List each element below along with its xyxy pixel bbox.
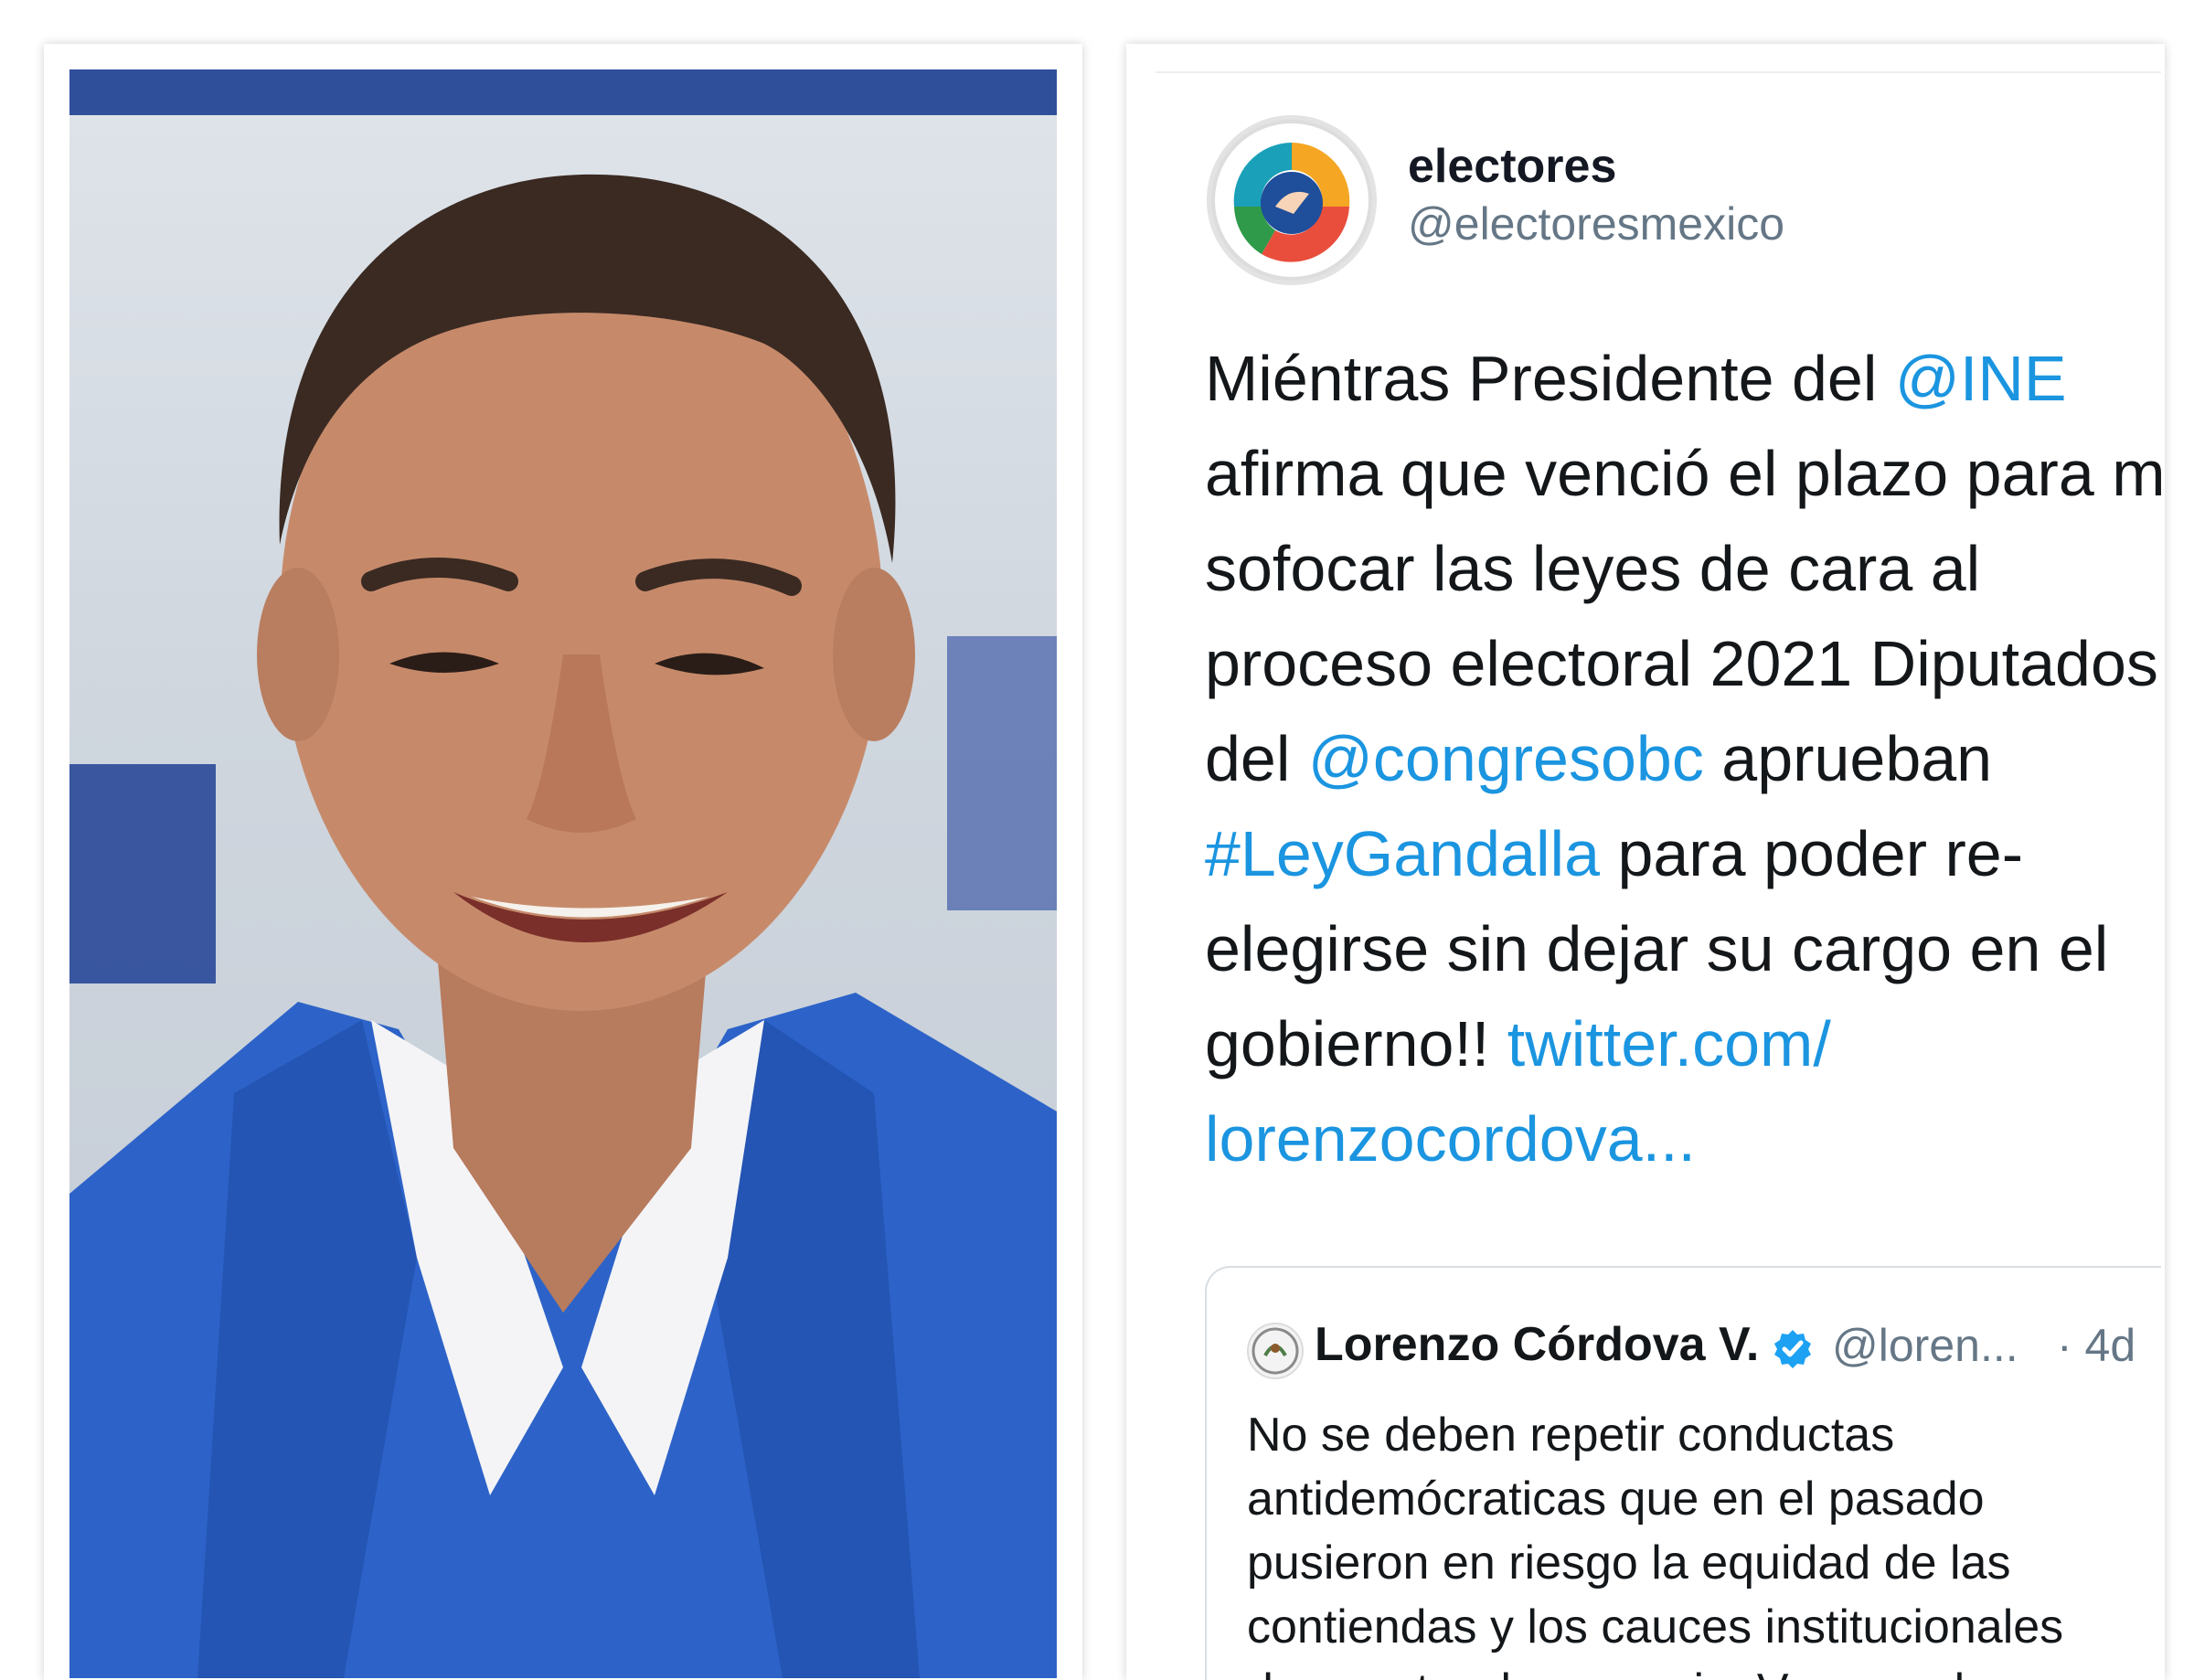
- quoted-display-name[interactable]: Lorenzo Córdova V.: [1315, 1317, 1759, 1372]
- tweet-line: lorenzocordova...: [1205, 1091, 2161, 1186]
- quoted-timestamp[interactable]: · 4d: [2057, 1319, 2135, 1372]
- portrait-photo: [69, 69, 1057, 1678]
- mention-congresobc-link[interactable]: @congresobc: [1308, 723, 1704, 794]
- banner-left: [69, 764, 216, 984]
- ear-left: [257, 568, 339, 741]
- url-link[interactable]: twitter.com/: [1507, 1008, 1831, 1079]
- tweet-text: Miéntras Presidente del @INE afirma que …: [1205, 331, 2161, 1186]
- quoted-avatar[interactable]: [1247, 1323, 1304, 1379]
- tweet-line: proceso electoral 2021 Diputados: [1205, 628, 2158, 699]
- quoted-tweet[interactable]: Lorenzo Córdova V. @loren... · 4d No se …: [1205, 1266, 2161, 1680]
- tweet-line: elegirse sin dejar su cargo en el: [1205, 913, 2109, 984]
- verified-badge-icon: [1772, 1328, 1814, 1370]
- tweet-text-segment: del: [1205, 723, 1308, 794]
- quoted-line: pusieron en riesgo la equidad de las: [1247, 1536, 2011, 1590]
- tweet-text-segment: Miéntras Presidente del: [1205, 343, 1895, 414]
- quoted-line: de nuestra democracia. Vamos a la: [1247, 1659, 2161, 1680]
- tweet-line: afirma que venció el plazo para m: [1205, 438, 2161, 509]
- user-handle[interactable]: @electoresmexico: [1408, 197, 1784, 250]
- hashtag-leygandalla-link[interactable]: #LeyGandalla: [1205, 818, 1600, 889]
- photo-card: [44, 44, 1082, 1680]
- quoted-line: No se deben repetir conductas: [1247, 1409, 1895, 1462]
- tweet-text-segment: aprueban: [1703, 723, 1993, 794]
- banner-top: [69, 69, 1057, 115]
- tweet-line: gobierno!! twitter.com/: [1205, 996, 2161, 1091]
- electores-logo-icon: [1211, 120, 1372, 281]
- ear-right: [833, 568, 915, 741]
- quoted-handle[interactable]: @loren...: [1832, 1319, 2018, 1372]
- quoted-line: contiendas y los cauces institucionales: [1247, 1600, 2064, 1653]
- seal-icon: [1251, 1327, 1299, 1375]
- tweet-line: Miéntras Presidente del @INE: [1205, 331, 2161, 426]
- avatar[interactable]: [1207, 115, 1377, 285]
- tweet-line: del @congresobc aprueban: [1205, 711, 2161, 806]
- banner-right: [947, 636, 1057, 910]
- tweet-line: sofocar las leyes de cara al: [1205, 533, 1981, 604]
- url-link-continued[interactable]: lorenzocordova...: [1205, 1103, 1696, 1175]
- tweet-text-segment: para poder re-: [1600, 818, 2024, 889]
- tweet-screenshot: electores @electoresmexico Miéntras Pres…: [1156, 71, 2161, 1680]
- quoted-text: No se deben repetir conductas antidemócr…: [1247, 1403, 2161, 1680]
- display-name[interactable]: electores: [1408, 139, 1616, 194]
- quoted-line: antidemócraticas que en el pasado: [1247, 1473, 1985, 1526]
- mention-ine-link[interactable]: @INE: [1895, 343, 2067, 414]
- tweet-text-segment: gobierno!!: [1205, 1008, 1507, 1079]
- tweet-card: electores @electoresmexico Miéntras Pres…: [1126, 44, 2165, 1680]
- tweet-line: #LeyGandalla para poder re-: [1205, 806, 2161, 901]
- portrait-illustration: [69, 69, 1057, 1678]
